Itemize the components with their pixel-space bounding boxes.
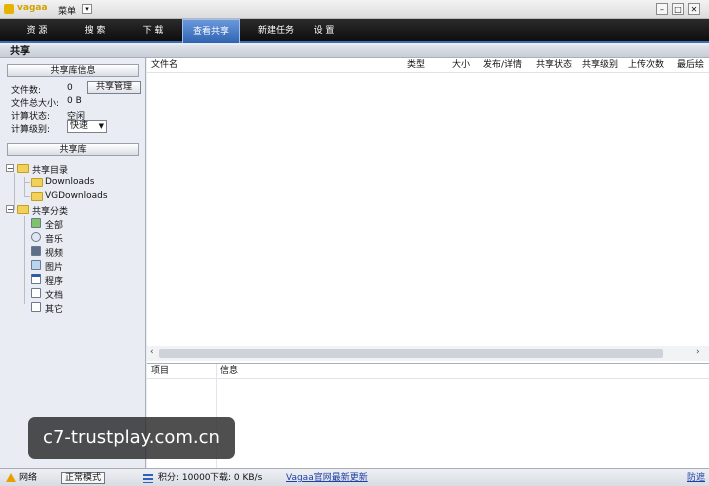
column-header-info[interactable]: 信息 bbox=[220, 364, 238, 378]
tree-line bbox=[24, 182, 30, 183]
other-icon bbox=[31, 302, 41, 312]
category-all[interactable]: 全部 bbox=[45, 218, 63, 231]
calc-state-label: 计算状态: bbox=[11, 112, 51, 122]
tree-item-share-category[interactable]: 共享分类 bbox=[32, 204, 68, 217]
column-header-type[interactable]: 类型 bbox=[407, 58, 425, 72]
scroll-right-icon[interactable]: › bbox=[696, 347, 700, 357]
title-bar: vagaa 菜单 ▾ – □ ✕ bbox=[0, 0, 709, 19]
calc-level-label: 计算级别: bbox=[11, 125, 51, 135]
music-icon bbox=[31, 232, 41, 242]
total-size-value: 0 B bbox=[67, 96, 82, 106]
column-header-filename[interactable]: 文件名 bbox=[151, 58, 178, 72]
scrollbar-thumb[interactable] bbox=[159, 349, 663, 358]
category-music[interactable]: 音乐 bbox=[45, 232, 63, 245]
category-document[interactable]: 文档 bbox=[45, 288, 63, 301]
file-table[interactable]: 文件名 类型 大小 发布/详情 共享状态 共享级别 上传次数 最后绘 bbox=[147, 58, 709, 364]
logo-text: vagaa bbox=[17, 3, 48, 13]
watermark: c7-trustplay.com.cn bbox=[28, 417, 235, 459]
category-image[interactable]: 图片 bbox=[45, 260, 63, 273]
column-header-size[interactable]: 大小 bbox=[452, 58, 470, 72]
category-program[interactable]: 程序 bbox=[45, 274, 63, 287]
column-header-share-level[interactable]: 共享级别 bbox=[582, 58, 618, 72]
total-size-label: 文件总大小: bbox=[11, 99, 60, 109]
column-header-upload-count[interactable]: 上传次数 bbox=[628, 58, 664, 72]
folder-icon bbox=[31, 178, 43, 187]
points-value: 积分: 10000 bbox=[158, 473, 211, 483]
column-header-publish[interactable]: 发布/详情 bbox=[483, 58, 522, 72]
tree-item-vgdownloads[interactable]: VGDownloads bbox=[45, 191, 108, 201]
document-icon bbox=[31, 288, 41, 298]
file-count-value: 0 bbox=[67, 83, 73, 93]
column-header-share-state[interactable]: 共享状态 bbox=[536, 58, 572, 72]
menu-label[interactable]: 菜单 bbox=[58, 4, 76, 17]
folder-icon bbox=[17, 164, 29, 173]
program-icon bbox=[31, 274, 41, 284]
tab-settings[interactable]: 设 置 bbox=[304, 19, 344, 43]
table-header-divider bbox=[147, 378, 709, 379]
video-icon bbox=[31, 246, 41, 256]
calc-level-value: 快速 bbox=[70, 121, 89, 131]
tree-line bbox=[24, 216, 25, 304]
folder-icon bbox=[31, 192, 43, 201]
horizontal-scrollbar[interactable]: ‹ › bbox=[147, 346, 709, 361]
update-link[interactable]: Vagaa官网最新更新 bbox=[286, 472, 368, 484]
logo-icon bbox=[4, 4, 14, 14]
folder-icon bbox=[17, 205, 29, 214]
main-nav: 资 源 搜 索 下 载 查看共享 新建任务 设 置 bbox=[0, 19, 709, 43]
tab-download[interactable]: 下 载 bbox=[128, 19, 178, 43]
collapse-icon[interactable]: − bbox=[6, 205, 14, 214]
category-video[interactable]: 视频 bbox=[45, 246, 63, 259]
minimize-button[interactable]: – bbox=[656, 3, 668, 15]
warning-icon bbox=[6, 473, 16, 482]
right-status-link[interactable]: 防遮 bbox=[687, 472, 705, 484]
column-header-last[interactable]: 最后绘 bbox=[677, 58, 709, 72]
tab-resources[interactable]: 资 源 bbox=[12, 19, 62, 43]
calc-level-select[interactable]: 快速 ▼ bbox=[67, 120, 107, 133]
scroll-left-icon[interactable]: ‹ bbox=[150, 347, 154, 357]
column-header-item[interactable]: 项目 bbox=[151, 364, 169, 378]
share-manage-button[interactable]: 共享管理 bbox=[87, 81, 141, 94]
tree-line bbox=[14, 173, 15, 210]
menu-dropdown-icon[interactable]: ▾ bbox=[82, 4, 92, 14]
mode-indicator[interactable]: 正常模式 bbox=[61, 472, 106, 484]
tree-item-share-dir[interactable]: 共享目录 bbox=[32, 163, 68, 176]
tab-search[interactable]: 搜 索 bbox=[70, 19, 120, 43]
chevron-down-icon: ▼ bbox=[98, 122, 104, 130]
left-panel: 共享库信息 文件数: 0 共享管理 文件总大小: 0 B 计算状态: 空闲 计算… bbox=[0, 58, 146, 468]
status-bar: 网络 正常模式 积分: 10000 下载: 0 KB/s Vagaa官网最新更新… bbox=[0, 468, 709, 486]
tab-view-share[interactable]: 查看共享 bbox=[182, 19, 240, 43]
image-icon bbox=[31, 260, 41, 270]
file-count-label: 文件数: bbox=[11, 86, 42, 96]
all-files-icon bbox=[31, 218, 41, 228]
library-info-header[interactable]: 共享库信息 bbox=[7, 64, 139, 77]
network-status[interactable]: 网络 bbox=[19, 472, 37, 484]
maximize-button[interactable]: □ bbox=[672, 3, 684, 15]
tree-line bbox=[24, 196, 30, 197]
tree-item-downloads[interactable]: Downloads bbox=[45, 177, 94, 187]
table-header-divider bbox=[147, 72, 709, 73]
points-icon bbox=[143, 474, 153, 483]
collapse-icon[interactable]: − bbox=[6, 164, 14, 173]
section-title: 共享 bbox=[0, 45, 709, 58]
close-button[interactable]: ✕ bbox=[688, 3, 700, 15]
app-logo: vagaa bbox=[4, 3, 48, 15]
category-other[interactable]: 其它 bbox=[45, 302, 63, 315]
download-speed: 下载: 0 KB/s bbox=[210, 473, 263, 483]
tree-line bbox=[24, 177, 25, 197]
tab-new-task[interactable]: 新建任务 bbox=[250, 19, 302, 43]
share-library-header[interactable]: 共享库 bbox=[7, 143, 139, 156]
